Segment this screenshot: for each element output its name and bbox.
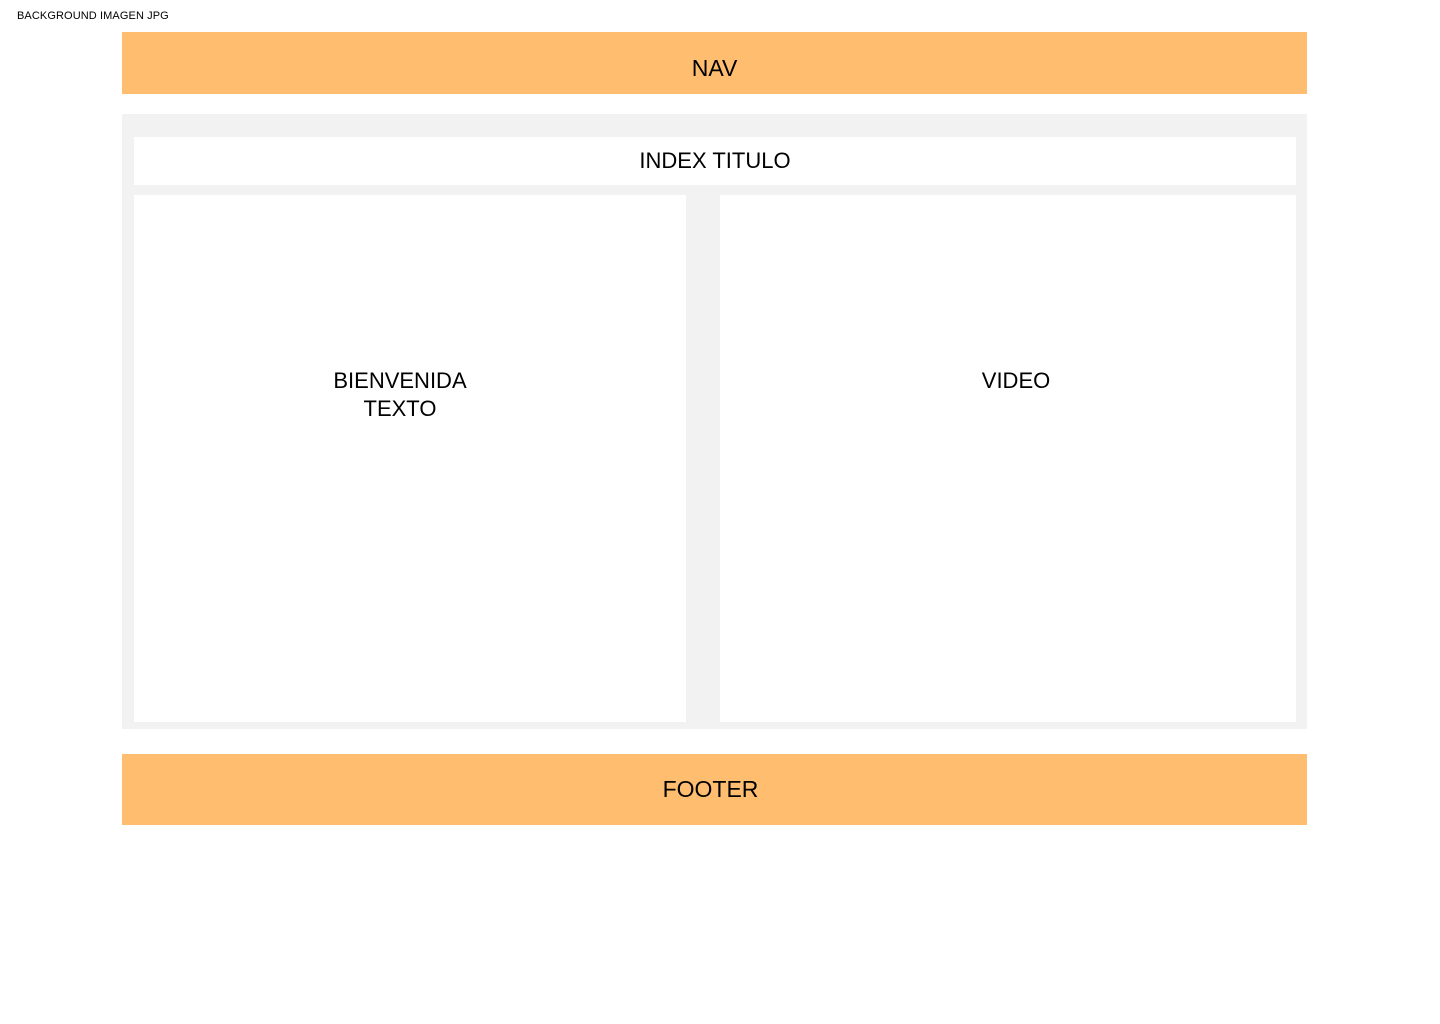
index-title-box: INDEX TITULO	[134, 137, 1296, 185]
index-title: INDEX TITULO	[639, 148, 791, 173]
nav-bar[interactable]: NAV	[122, 32, 1307, 94]
footer-bar: FOOTER	[122, 754, 1307, 825]
video-label: VIDEO	[981, 368, 1051, 393]
footer-label: FOOTER	[662, 776, 759, 802]
welcome-text-line-1: BIENVENIDA	[333, 368, 467, 393]
nav-label: NAV	[691, 54, 738, 81]
welcome-text-line-2: TEXTO	[363, 396, 437, 421]
background-image-label: BACKGROUND IMAGEN JPG	[17, 10, 169, 22]
video-panel[interactable]: VIDEO	[720, 195, 1296, 722]
welcome-text-panel: BIENVENIDA TEXTO	[134, 195, 686, 722]
main-content: INDEX TITULO BIENVENIDA TEXTO VIDEO	[122, 114, 1307, 729]
welcome-text: BIENVENIDA TEXTO	[134, 367, 666, 423]
